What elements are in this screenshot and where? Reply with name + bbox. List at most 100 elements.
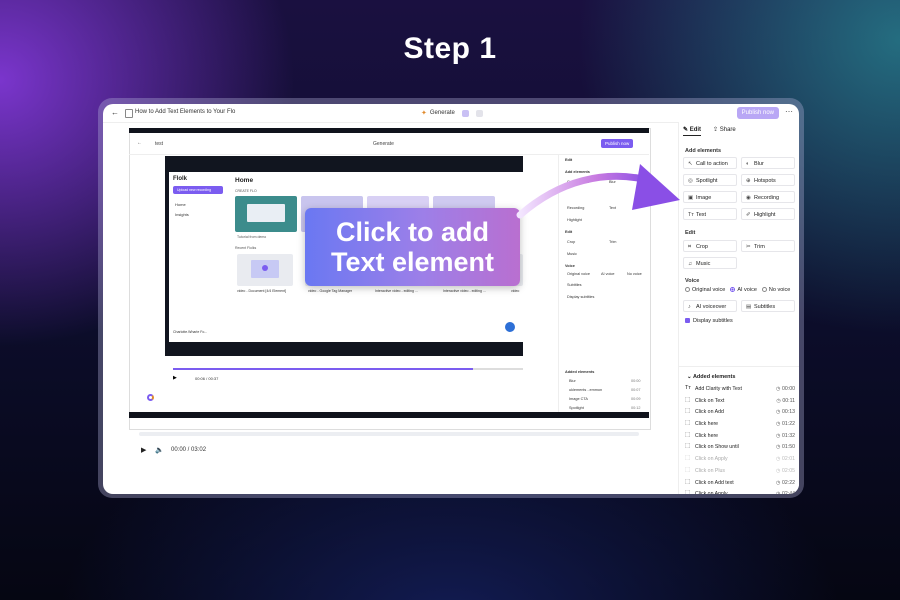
inner-play-icon: ▶ [173, 375, 177, 381]
added-element-row[interactable]: ⬚ Click on Add ◷ 00:13 [685, 407, 797, 419]
arrow-left-icon[interactable]: ← [111, 108, 119, 117]
inner-edit-tab: Edit [565, 158, 573, 162]
inner-el-blur: Blur [609, 180, 616, 184]
music-icon: ♫ [688, 261, 693, 267]
voice-none-radio[interactable]: No voice [761, 287, 790, 293]
voice-original-radio[interactable]: Original voice [685, 287, 725, 293]
crop-icon: ⌗ [688, 244, 692, 250]
inner-home-title: Home [235, 177, 254, 184]
layout-icon[interactable] [461, 109, 469, 117]
added-element-time: ◷ 02:44 [776, 491, 795, 494]
publish-button[interactable]: Publish now [736, 107, 779, 119]
added-element-row[interactable]: ⬚ Click on Add text ◷ 02:22 [685, 478, 797, 490]
inner-video-caption: Interactive video - editing ... [443, 289, 486, 293]
inner-recent-label: Recent Flolks [235, 246, 257, 250]
inner-add-elements: Add elements [565, 170, 590, 174]
added-element-row[interactable]: ⬚ Click on Text ◷ 00:11 [685, 396, 797, 408]
blur-button[interactable]: ◐ Blur [741, 157, 795, 169]
record-icon: ◉ [746, 195, 751, 201]
added-element-row[interactable]: ⬚ Click on Apply ◷ 02:44 [685, 489, 797, 494]
inner-added-item: Image CTA [569, 397, 588, 401]
copy-icon[interactable] [475, 109, 483, 117]
callout-line-2: Text element [330, 247, 495, 277]
inner-added-item: Blur [569, 379, 576, 383]
inner-voice-ai: AI voice [601, 272, 615, 276]
inner-music: Music [567, 252, 577, 256]
image-icon: ▣ [688, 195, 694, 201]
sparkle-icon: ✦ [421, 110, 427, 117]
added-element-time: ◷ 02:01 [776, 456, 795, 463]
click-icon: ⬚ [685, 431, 691, 438]
subtitles-button[interactable]: ▤ Subtitles [741, 300, 795, 312]
hotspots-button[interactable]: ⊕ Hotspots [741, 174, 795, 186]
added-elements-list: Tт Add Clarity with Text ◷ 00:00 ⬚ Click on … [685, 384, 797, 494]
generate-button[interactable]: ✦ Generate [421, 109, 483, 117]
added-element-time: ◷ 00:11 [776, 397, 795, 404]
added-element-name: Click on Show until [695, 444, 739, 451]
scissors-icon: ✂ [746, 244, 751, 250]
voice-ai-radio[interactable]: AI voice [730, 287, 757, 293]
inner-top-bar: ← test Generate Publish now [129, 134, 649, 155]
click-icon: ⬚ [685, 396, 691, 403]
click-icon: ⬚ [685, 443, 691, 450]
added-element-name: Click here [695, 432, 719, 439]
recording-button[interactable]: ◉ Recording [741, 191, 795, 203]
inner-voice-heading: Voice [565, 264, 575, 268]
play-icon[interactable]: ▶ [141, 446, 146, 454]
main-time: 00:00 / 03:02 [171, 447, 207, 453]
text-icon: Tт [685, 385, 691, 391]
step-title: Step 1 [403, 32, 497, 65]
subtitles-icon: ▤ [746, 304, 752, 310]
edit-heading: Edit [685, 230, 696, 236]
added-element-row[interactable]: ⬚ Click on Show until ◷ 01:50 [685, 442, 797, 454]
added-element-name: Add Clarity with Text [695, 386, 742, 392]
inner-side-home: Home [175, 202, 186, 207]
crop-button[interactable]: ⌗ Crop [683, 240, 737, 252]
added-element-time: ◷ 01:32 [776, 432, 795, 439]
blur-icon: ◐ [746, 161, 750, 167]
added-element-row[interactable]: ⬚ Click on Plus ◷ 02:05 [685, 466, 797, 478]
inner-edit-heading: Edit [565, 230, 573, 234]
added-elements-heading[interactable]: ⌄ Added elements [687, 374, 735, 380]
display-subtitles-checkbox[interactable]: Display subtitles [685, 318, 733, 324]
ai-voiceover-button[interactable]: ♪ AI voiceover [683, 300, 737, 312]
volume-icon[interactable]: 🔈 [155, 446, 164, 454]
tab-edit[interactable]: ✎ Edit [683, 126, 702, 136]
highlight-button[interactable]: ✐ Highlight [741, 208, 795, 220]
text-button[interactable]: Tт Text [683, 208, 737, 220]
added-element-row[interactable]: ⬚ Click on Apply ◷ 02:01 [685, 454, 797, 466]
ellipsis-icon[interactable]: ⋯ [785, 107, 793, 116]
added-element-name: Click on Add [695, 409, 724, 416]
inner-create-label: CREATE FLO [235, 189, 257, 193]
added-element-name: Click on Plus [695, 467, 725, 474]
tab-share[interactable]: ⇪ Share [713, 126, 736, 136]
inner-added-item: uklements ..emmon [569, 388, 603, 392]
added-element-time: ◷ 00:00 [776, 386, 795, 392]
image-button[interactable]: ▣ Image [683, 191, 737, 203]
added-element-row[interactable]: Tт Add Clarity with Text ◷ 00:00 [685, 384, 797, 396]
recording-bottom-bar [165, 342, 523, 356]
trim-button[interactable]: ✂ Trim [741, 240, 795, 252]
added-element-name: Click on Apply [695, 456, 728, 463]
inner-video-caption: video [511, 289, 520, 293]
callout-line-1: Click to add [335, 217, 490, 247]
added-element-time: ◷ 02:05 [776, 467, 795, 474]
added-element-name: Click on Text [695, 397, 725, 404]
spotlight-button[interactable]: ◎ Spotlight [683, 174, 737, 186]
main-progress-track[interactable] [139, 432, 639, 436]
app-window: ← How to Add Text Elements to Your Flo ✦… [103, 104, 799, 494]
added-element-row[interactable]: ⬚ Click here ◷ 01:22 [685, 419, 797, 431]
panel-tabs: ✎ Edit ⇪ Share [683, 126, 736, 136]
added-element-row[interactable]: ⬚ Click here ◷ 01:32 [685, 431, 797, 443]
inner-added-heading: Added elements [565, 370, 595, 374]
inner-crop: Crop [567, 240, 576, 244]
inner-voice-original: Original voice [567, 272, 591, 276]
inner-back-icon: ← [137, 140, 142, 146]
inner-side-insights: Insights [175, 212, 189, 217]
inner-title: test [155, 141, 164, 147]
call-to-action-button[interactable]: ↖ Call to action [683, 157, 737, 169]
music-button[interactable]: ♫ Music [683, 257, 737, 269]
highlighter-icon: ✐ [746, 212, 751, 218]
click-icon: ⬚ [685, 408, 691, 415]
flo-title[interactable]: How to Add Text Elements to Your Flo [135, 109, 235, 115]
